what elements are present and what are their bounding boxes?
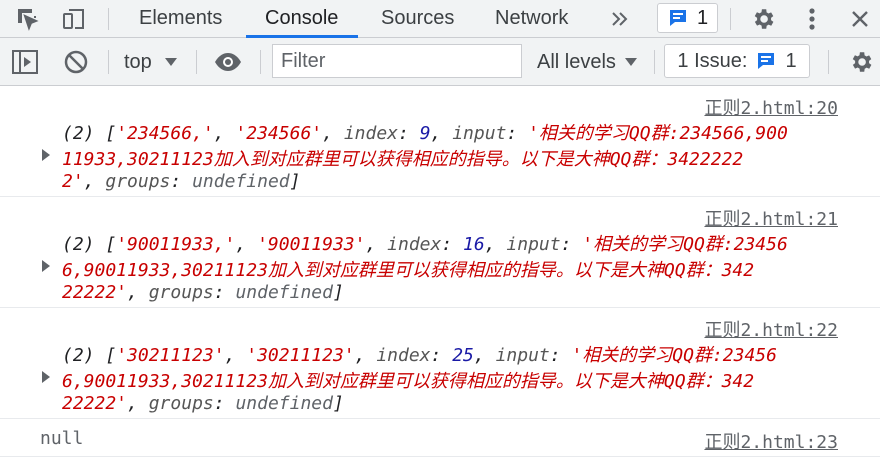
divider [108,8,109,30]
source-link[interactable]: 正则2.html:20 [704,94,838,120]
devtools-tabbar: Elements Console Sources Network 1 [0,0,880,38]
source-link[interactable]: 正则2.html:23 [704,428,838,454]
filter-input[interactable] [272,44,522,78]
console-message: 正则2.html:20 (2) ['234566,', '234566', in… [0,86,880,197]
message-icon [669,10,686,26]
log-line: (2) ['234566,', '234566', index: 9, inpu… [62,123,788,144]
context-label: top [124,50,152,73]
message-count: 1 [696,6,709,29]
console-message: 正则2.html:21 (2) ['90011933,', '90011933'… [0,197,880,308]
live-expression-eye-icon[interactable] [212,48,244,76]
log-line: (2) ['30211123', '30211123', index: 25, … [62,345,777,366]
more-tabs-chevron-icon[interactable] [605,0,633,37]
console-message: 正则2.html:22 (2) ['30211123', '30211123',… [0,308,880,419]
console-message: null 正则2.html:23 [0,419,880,457]
expand-triangle-icon[interactable] [42,371,50,383]
inspect-element-icon[interactable] [12,0,44,37]
console-settings-gear-icon[interactable] [846,48,876,76]
divider [654,50,655,74]
dropdown-arrow-icon [624,58,637,66]
tab-elements[interactable]: Elements [139,0,222,37]
context-selector[interactable]: top [124,38,178,86]
log-line: 6,90011933,30211123加入到对应群里可以获得相应的指导。以下是大… [62,260,755,281]
issues-label: 1 Issue: [677,49,748,72]
source-link[interactable]: 正则2.html:22 [704,316,838,342]
divider [108,50,109,74]
divider [730,8,731,30]
log-line: 11933,30211123加入到对应群里可以获得相应的指导。以下是大神QQ群：… [62,149,744,170]
clear-console-icon[interactable] [62,48,90,76]
tab-console[interactable]: Console [265,0,338,37]
message-icon [758,53,775,69]
log-line: 6,90011933,30211123加入到对应群里可以获得相应的指导。以下是大… [62,371,755,392]
expand-triangle-icon[interactable] [42,260,50,272]
more-options-kebab-icon[interactable] [798,0,826,37]
settings-gear-icon[interactable] [747,0,779,37]
null-value: null [40,428,84,449]
dropdown-arrow-icon [164,58,177,66]
log-levels-dropdown[interactable]: All levels [537,38,638,86]
log-line: (2) ['90011933,', '90011933', index: 16,… [62,234,788,255]
divider [196,50,197,74]
log-levels-label: All levels [537,50,616,73]
console-messages-badge[interactable]: 1 [657,3,718,33]
issues-count: 1 [785,49,797,72]
divider [828,50,829,74]
source-link[interactable]: 正则2.html:21 [704,205,838,231]
show-sidebar-icon[interactable] [10,48,40,76]
close-icon[interactable] [844,0,876,37]
log-line: 22222', groups: undefined] [62,282,344,303]
expand-triangle-icon[interactable] [42,149,50,161]
divider [260,50,261,74]
tab-network[interactable]: Network [495,0,568,37]
device-toolbar-icon[interactable] [58,0,90,37]
log-line: 22222', groups: undefined] [62,393,344,414]
tab-sources[interactable]: Sources [381,0,454,37]
log-line: 2', groups: undefined] [62,171,301,192]
issues-button[interactable]: 1 Issue: 1 [664,44,810,78]
